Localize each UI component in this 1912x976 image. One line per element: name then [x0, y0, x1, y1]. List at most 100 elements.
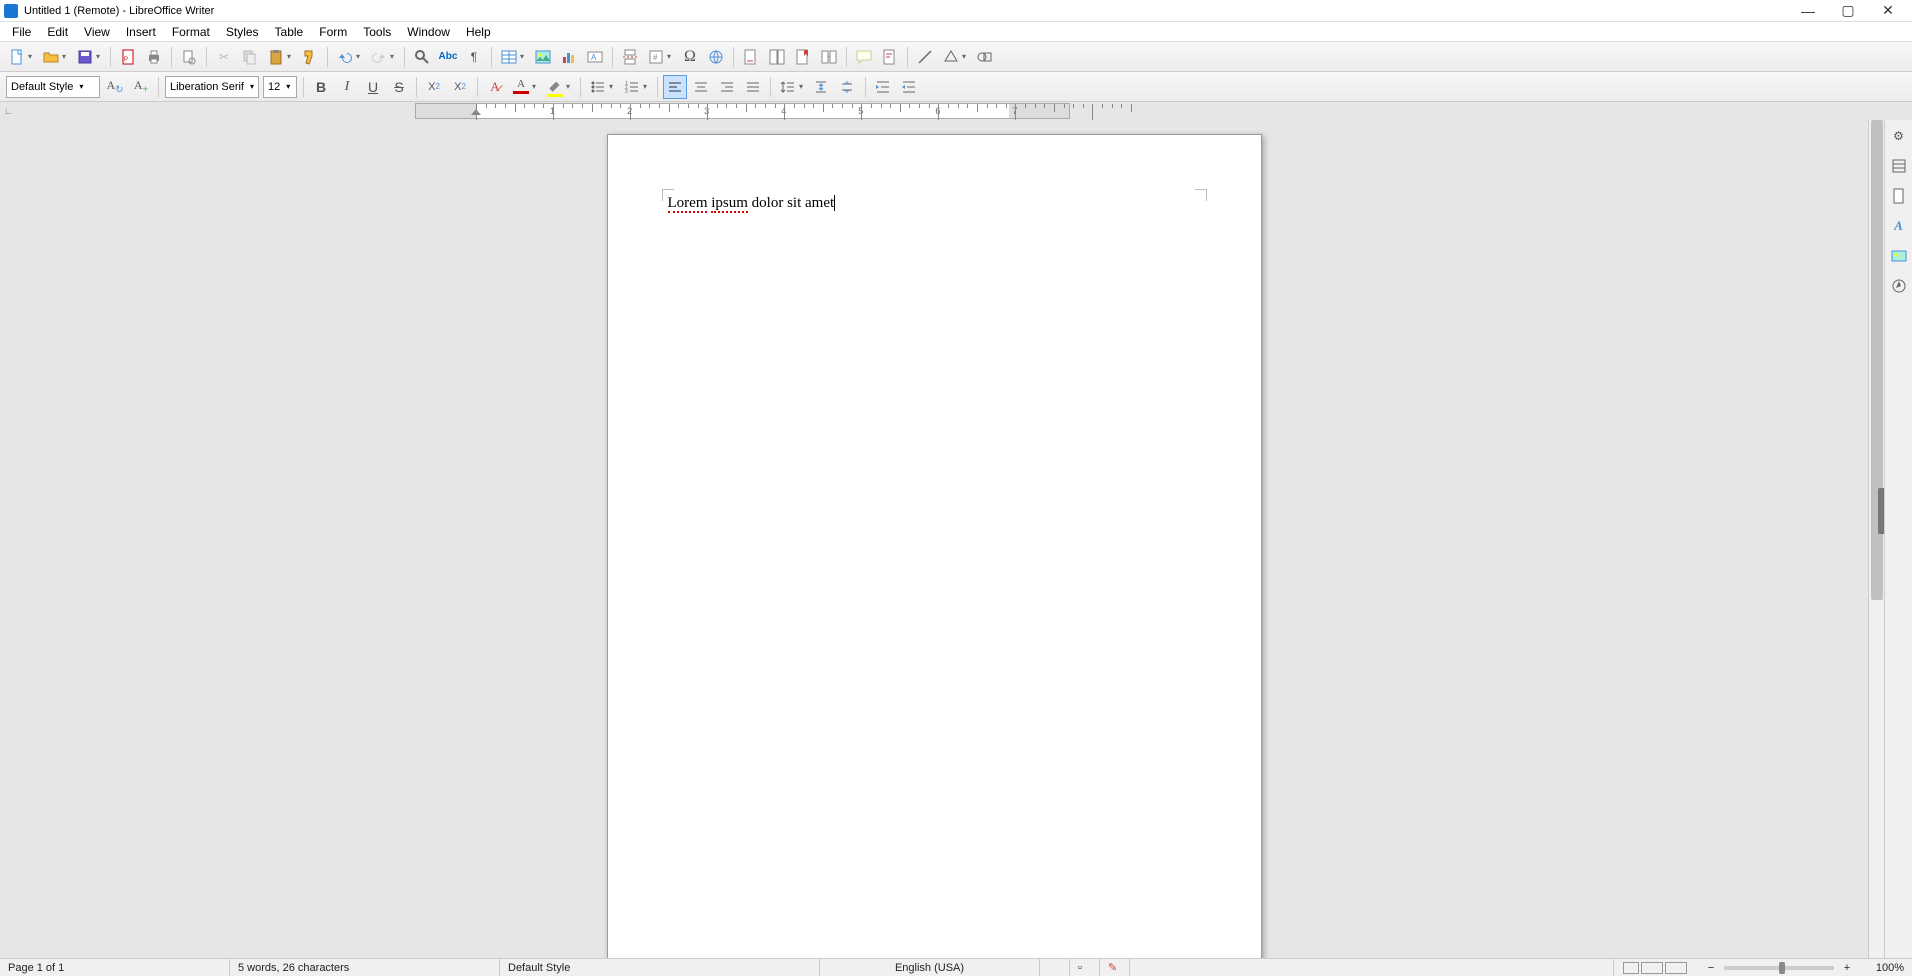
cross-ref-icon[interactable] [817, 45, 841, 69]
new-style-icon[interactable]: A+ [129, 75, 153, 99]
insert-table-icon[interactable] [497, 45, 521, 69]
formatting-marks-icon[interactable]: ¶ [462, 45, 486, 69]
menu-table[interactable]: Table [267, 25, 312, 39]
sidebar-settings-icon[interactable]: ⚙ [1889, 126, 1909, 146]
hyperlink-icon[interactable] [704, 45, 728, 69]
highlight-icon[interactable] [543, 75, 567, 99]
single-page-view-icon[interactable] [1623, 962, 1639, 974]
status-insert-mode[interactable] [1040, 959, 1070, 976]
vertical-scrollbar[interactable] [1868, 120, 1884, 958]
insert-chart-icon[interactable] [557, 45, 581, 69]
footnote-icon[interactable] [739, 45, 763, 69]
sidebar-page-icon[interactable] [1889, 186, 1909, 206]
align-left-icon[interactable] [663, 75, 687, 99]
subscript-icon[interactable]: X2 [448, 75, 472, 99]
menu-insert[interactable]: Insert [118, 25, 164, 39]
horizontal-ruler[interactable]: 1234567 [415, 103, 1070, 119]
para-space-increase-icon[interactable] [810, 75, 834, 99]
menu-window[interactable]: Window [399, 25, 458, 39]
line-spacing-icon[interactable] [776, 75, 800, 99]
save-icon[interactable] [73, 45, 97, 69]
insert-textbox-icon[interactable]: A [583, 45, 607, 69]
tab-stop-icon[interactable]: ∟ [4, 106, 13, 116]
indent-increase-icon[interactable] [871, 75, 895, 99]
basic-shapes-dropdown[interactable]: ▾ [962, 52, 972, 61]
bullet-list-dropdown[interactable]: ▾ [609, 82, 619, 91]
maximize-button[interactable]: ▢ [1828, 2, 1868, 19]
insert-field-icon[interactable]: # [644, 45, 668, 69]
comment-icon[interactable] [852, 45, 876, 69]
book-view-icon[interactable] [1665, 962, 1687, 974]
font-color-icon[interactable]: A [509, 75, 533, 99]
status-words[interactable]: 5 words, 26 characters [230, 959, 500, 976]
paste-dropdown[interactable]: ▾ [287, 52, 297, 61]
sidebar-navigator-icon[interactable] [1889, 276, 1909, 296]
status-style[interactable]: Default Style [500, 959, 820, 976]
export-pdf-icon[interactable]: P [116, 45, 140, 69]
status-page[interactable]: Page 1 of 1 [0, 959, 230, 976]
spellcheck-icon[interactable]: Abc [436, 45, 460, 69]
sidebar-styles-icon[interactable]: A [1889, 216, 1909, 236]
status-language[interactable]: English (USA) [820, 959, 1040, 976]
document-scroll[interactable]: Lorem ipsum dolor sit amet [0, 120, 1868, 958]
clone-format-icon[interactable] [298, 45, 322, 69]
align-justify-icon[interactable] [741, 75, 765, 99]
print-preview-icon[interactable] [177, 45, 201, 69]
update-style-icon[interactable]: A↻ [103, 75, 127, 99]
open-icon[interactable] [39, 45, 63, 69]
undo-icon[interactable] [333, 45, 357, 69]
font-name-combo[interactable]: Liberation Serif▾ [165, 76, 259, 98]
menu-help[interactable]: Help [458, 25, 499, 39]
find-icon[interactable] [410, 45, 434, 69]
print-icon[interactable] [142, 45, 166, 69]
indent-decrease-icon[interactable] [897, 75, 921, 99]
status-signature-icon[interactable]: ✎ [1100, 959, 1130, 976]
menu-styles[interactable]: Styles [218, 25, 267, 39]
menu-edit[interactable]: Edit [39, 25, 76, 39]
close-window-button[interactable]: ✕ [1868, 2, 1908, 19]
align-center-icon[interactable] [689, 75, 713, 99]
bold-icon[interactable]: B [309, 75, 333, 99]
minimize-button[interactable]: — [1788, 3, 1828, 19]
insert-table-dropdown[interactable]: ▾ [520, 52, 530, 61]
italic-icon[interactable]: I [335, 75, 359, 99]
special-char-icon[interactable]: Ω [678, 45, 702, 69]
highlight-dropdown[interactable]: ▾ [566, 82, 576, 91]
number-list-dropdown[interactable]: ▾ [643, 82, 653, 91]
zoom-percent[interactable]: 100% [1862, 959, 1912, 976]
page-break-icon[interactable] [618, 45, 642, 69]
superscript-icon[interactable]: X2 [422, 75, 446, 99]
save-dropdown[interactable]: ▾ [96, 52, 106, 61]
new-doc-dropdown[interactable]: ▾ [28, 52, 38, 61]
line-icon[interactable] [913, 45, 937, 69]
menu-view[interactable]: View [76, 25, 118, 39]
menu-format[interactable]: Format [164, 25, 218, 39]
new-doc-icon[interactable] [5, 45, 29, 69]
paragraph-style-combo[interactable]: Default Style▾ [6, 76, 100, 98]
endnote-icon[interactable] [765, 45, 789, 69]
draw-functions-icon[interactable] [973, 45, 997, 69]
number-list-icon[interactable]: 123 [620, 75, 644, 99]
para-space-decrease-icon[interactable] [836, 75, 860, 99]
status-selection-mode[interactable]: ▫ [1070, 959, 1100, 976]
multi-page-view-icon[interactable] [1641, 962, 1663, 974]
align-right-icon[interactable] [715, 75, 739, 99]
page[interactable]: Lorem ipsum dolor sit amet [607, 134, 1262, 958]
zoom-out-icon[interactable]: − [1704, 962, 1718, 974]
sidebar-gallery-icon[interactable] [1889, 246, 1909, 266]
insert-image-icon[interactable] [531, 45, 555, 69]
zoom-slider-handle[interactable] [1779, 962, 1785, 974]
strike-icon[interactable]: S [387, 75, 411, 99]
sidebar-properties-icon[interactable] [1889, 156, 1909, 176]
underline-icon[interactable]: U [361, 75, 385, 99]
insert-field-dropdown[interactable]: ▾ [667, 52, 677, 61]
sidebar-handle[interactable] [1878, 488, 1884, 534]
line-spacing-dropdown[interactable]: ▾ [799, 82, 809, 91]
zoom-slider[interactable] [1724, 966, 1834, 970]
basic-shapes-icon[interactable] [939, 45, 963, 69]
font-size-combo[interactable]: 12▾ [263, 76, 297, 98]
font-color-dropdown[interactable]: ▾ [532, 82, 542, 91]
menu-tools[interactable]: Tools [355, 25, 399, 39]
menu-form[interactable]: Form [311, 25, 355, 39]
track-changes-icon[interactable] [878, 45, 902, 69]
